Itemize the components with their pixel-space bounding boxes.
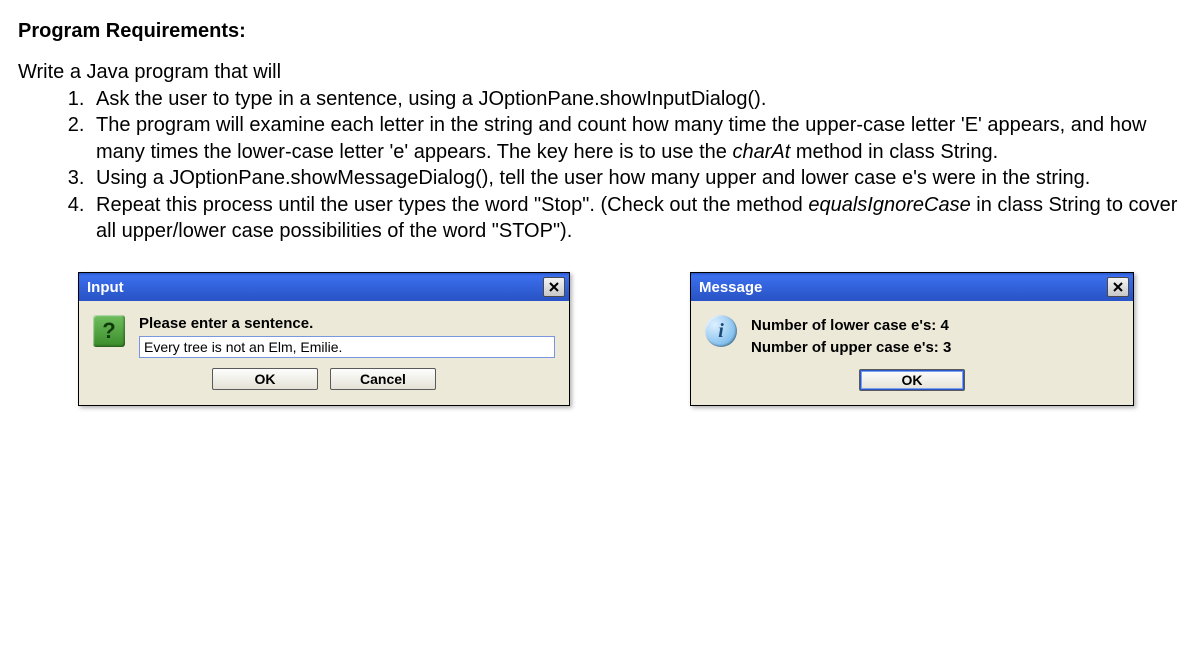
ok-button[interactable]: OK — [212, 368, 318, 390]
input-dialog: Input ? Please enter a sentence. OK Canc… — [78, 272, 570, 406]
message-line: Number of upper case e's: 3 — [751, 337, 1119, 359]
dialog-title: Input — [87, 279, 124, 296]
code-term: equalsIgnoreCase — [808, 194, 970, 216]
requirement-text: Repeat this process until the user types… — [96, 194, 808, 216]
close-button[interactable] — [543, 277, 565, 297]
ok-button[interactable]: OK — [859, 369, 965, 391]
code-term: charAt — [732, 141, 790, 163]
close-icon — [1113, 279, 1123, 296]
requirement-text: Ask the user to type in a sentence, usin… — [96, 88, 766, 110]
requirement-text: Using a JOptionPane.showMessageDialog(),… — [96, 167, 1090, 189]
requirements-list: Ask the user to type in a sentence, usin… — [18, 86, 1182, 244]
requirement-item: Repeat this process until the user types… — [90, 192, 1182, 245]
requirement-item: Using a JOptionPane.showMessageDialog(),… — [90, 165, 1182, 191]
message-dialog: Message i Number of lower case e's: 4 Nu… — [690, 272, 1134, 406]
dialog-title: Message — [699, 279, 762, 296]
message-line: Number of lower case e's: 4 — [751, 315, 1119, 337]
close-icon — [549, 279, 559, 296]
requirement-text: method in class String. — [790, 141, 998, 163]
sentence-input[interactable] — [139, 336, 555, 358]
requirement-item: Ask the user to type in a sentence, usin… — [90, 86, 1182, 112]
titlebar: Message — [691, 273, 1133, 301]
dialog-row: Input ? Please enter a sentence. OK Canc… — [18, 272, 1182, 406]
titlebar: Input — [79, 273, 569, 301]
intro-text: Write a Java program that will — [18, 61, 1182, 84]
cancel-button[interactable]: Cancel — [330, 368, 436, 390]
requirement-item: The program will examine each letter in … — [90, 112, 1182, 165]
close-button[interactable] — [1107, 277, 1129, 297]
question-icon: ? — [93, 315, 125, 347]
input-prompt: Please enter a sentence. — [139, 315, 555, 332]
info-icon: i — [705, 315, 737, 347]
section-heading: Program Requirements: — [18, 20, 1182, 43]
